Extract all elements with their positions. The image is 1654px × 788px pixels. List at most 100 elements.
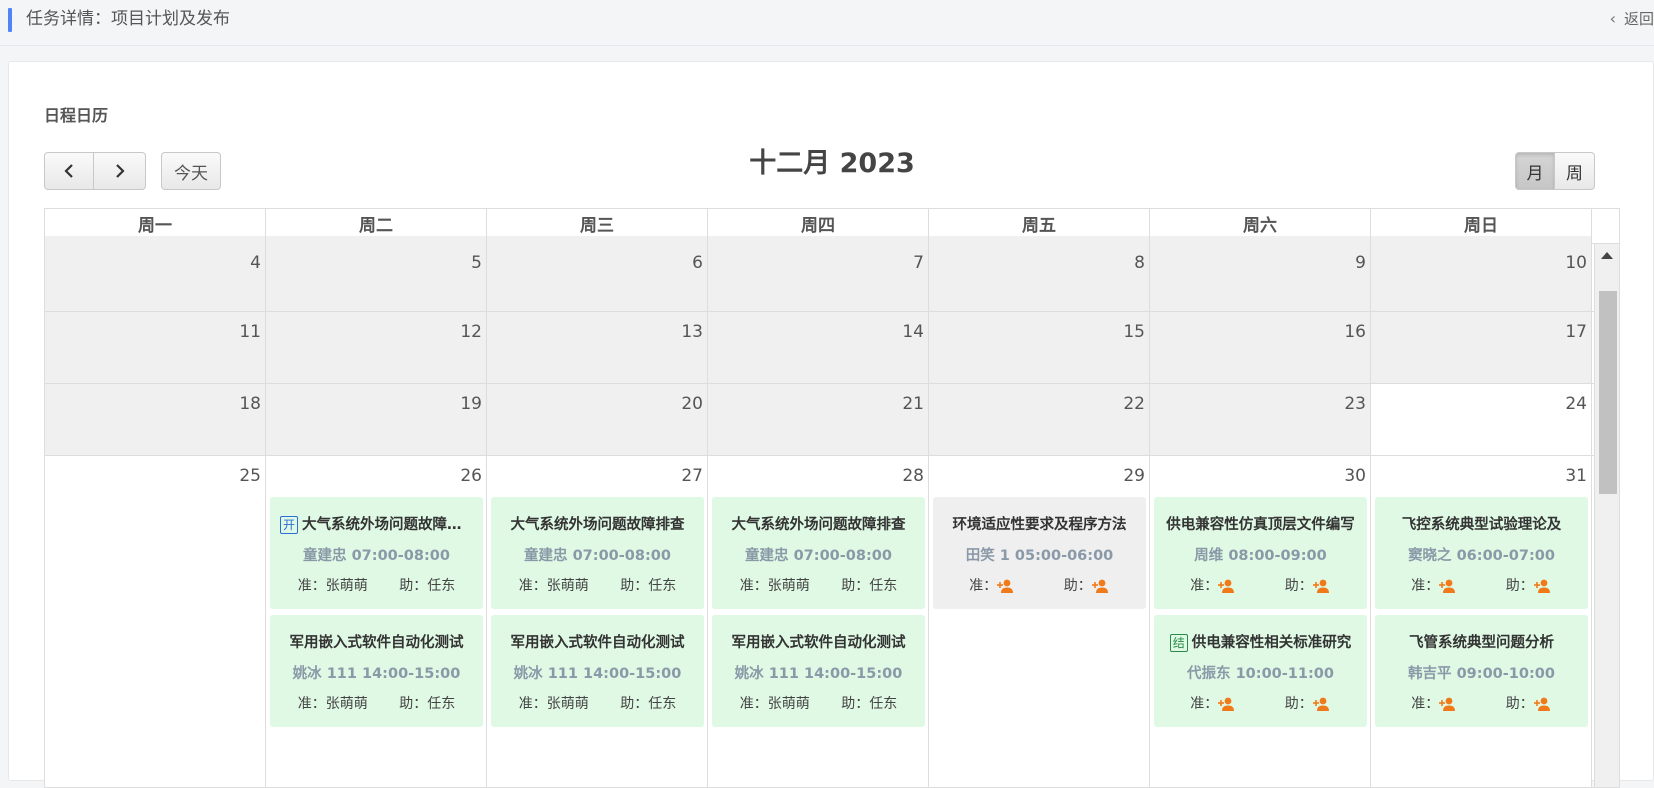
scroll-up-arrow-icon[interactable] [1601, 252, 1613, 259]
event-subtitle: 韩吉平 09:00-10:00 [1408, 666, 1555, 682]
day-number: 18 [239, 394, 261, 414]
event-title: 供电兼容性相关标准研究 [1191, 635, 1352, 651]
calendar-grid: 周一 周二 周三 周四 周五 周六 周日 4 5 6 7 8 9 10 11 1… [44, 208, 1620, 788]
add-person-icon[interactable] [1312, 697, 1331, 711]
event-title: 环境适应性要求及程序方法 [952, 517, 1127, 533]
event-card[interactable]: 供电兼容性仿真顶层文件编写 周维 08:00-09:00 准： 助： [1154, 497, 1367, 609]
day-cell[interactable]: 31 飞控系统典型试验理论及 窦晓之 06:00-07:00 准： 助： 飞管系… [1371, 456, 1592, 787]
event-card[interactable]: 飞管系统典型问题分析 韩吉平 09:00-10:00 准： 助： [1375, 615, 1588, 727]
day-cell[interactable]: 7 [708, 236, 929, 311]
day-cell[interactable]: 26 开大气系统外场问题故障排查 童建忠 07:00-08:00 准：张萌萌 助：… [266, 456, 487, 787]
add-person-icon[interactable] [1218, 697, 1236, 711]
day-cell[interactable]: 16 [1150, 312, 1371, 383]
event-title: 供电兼容性仿真顶层文件编写 [1166, 517, 1355, 533]
day-cell[interactable]: 23 [1150, 384, 1371, 455]
day-number: 6 [692, 253, 703, 273]
event-subtitle: 姚冰 111 14:00-15:00 [513, 666, 682, 682]
add-person-icon[interactable] [1533, 579, 1552, 593]
event-card[interactable]: 大气系统外场问题故障排查 童建忠 07:00-08:00 准：张萌萌 助：任东 [491, 497, 704, 609]
day-number: 12 [460, 322, 482, 342]
day-cell[interactable]: 5 [266, 236, 487, 311]
month-view-button[interactable]: 月 [1515, 152, 1555, 190]
day-number: 21 [902, 394, 924, 414]
day-cell[interactable]: 9 [1150, 236, 1371, 311]
add-person-icon[interactable] [1218, 579, 1236, 593]
event-assistant: 助：任东 [620, 578, 677, 594]
day-cell[interactable]: 19 [266, 384, 487, 455]
chevron-left-icon: ‹ [1609, 9, 1616, 28]
day-cell[interactable]: 30 供电兼容性仿真顶层文件编写 周维 08:00-09:00 准： 助： 结供… [1150, 456, 1371, 787]
event-card[interactable]: 大气系统外场问题故障排查 童建忠 07:00-08:00 准：张萌萌 助：任东 [712, 497, 925, 609]
day-number: 7 [913, 253, 924, 273]
event-card[interactable]: 飞控系统典型试验理论及 窦晓之 06:00-07:00 准： 助： [1375, 497, 1588, 609]
day-cell[interactable]: 4 [45, 236, 266, 311]
add-person-icon[interactable] [1533, 697, 1552, 711]
day-cell[interactable]: 12 [266, 312, 487, 383]
event-subtitle: 姚冰 111 14:00-15:00 [734, 666, 903, 682]
scrollbar-thumb[interactable] [1599, 291, 1617, 494]
event-title: 大气系统外场问题故障排查 [510, 517, 685, 533]
event-subtitle: 田笑 1 05:00-06:00 [965, 548, 1114, 564]
day-number: 23 [1344, 394, 1366, 414]
day-cell[interactable]: 6 [487, 236, 708, 311]
day-number: 10 [1565, 253, 1587, 273]
day-cell[interactable]: 14 [708, 312, 929, 383]
event-tag: 结 [1169, 634, 1188, 652]
event-title: 军用嵌入式软件自动化测试 [731, 635, 906, 651]
event-card[interactable]: 军用嵌入式软件自动化测试 姚冰 111 14:00-15:00 准：张萌萌 助：任… [491, 615, 704, 727]
day-cell[interactable]: 8 [929, 236, 1150, 311]
event-subtitle: 代振东 10:00-11:00 [1187, 666, 1334, 682]
back-button[interactable]: ‹ 返回 [1610, 8, 1654, 30]
back-label: 返回 [1623, 10, 1654, 28]
day-number: 14 [902, 322, 924, 342]
event-title: 大气系统外场问题故障排查 [731, 517, 906, 533]
day-cell[interactable]: 15 [929, 312, 1150, 383]
vertical-scrollbar[interactable] [1594, 244, 1619, 787]
day-number: 5 [471, 253, 482, 273]
week-row: 18 19 20 21 22 23 24 [45, 384, 1596, 456]
top-bar: 任务详情：项目计划及发布 ‹ 返回 [0, 0, 1654, 46]
add-person-icon[interactable] [1439, 697, 1457, 711]
day-cell[interactable]: 13 [487, 312, 708, 383]
event-card[interactable]: 结供电兼容性相关标准研究 代振东 10:00-11:00 准： 助： [1154, 615, 1367, 727]
day-cell[interactable]: 17 [1371, 312, 1592, 383]
week-view-button[interactable]: 周 [1555, 152, 1595, 190]
day-cell-today[interactable]: 24 [1371, 384, 1592, 455]
day-cell[interactable]: 27 大气系统外场问题故障排查 童建忠 07:00-08:00 准：张萌萌 助：任… [487, 456, 708, 787]
event-assistant: 助：任东 [841, 578, 898, 594]
event-subtitle: 童建忠 07:00-08:00 [745, 548, 892, 564]
week-row: 4 5 6 7 8 9 10 [45, 236, 1596, 312]
event-title: 军用嵌入式软件自动化测试 [289, 635, 464, 651]
add-person-icon[interactable] [1439, 579, 1457, 593]
event-assistant: 助：任东 [399, 578, 456, 594]
day-number: 27 [681, 466, 703, 486]
event-approver: 准：张萌萌 [518, 578, 589, 594]
day-cell[interactable]: 21 [708, 384, 929, 455]
event-card[interactable]: 军用嵌入式软件自动化测试 姚冰 111 14:00-15:00 准：张萌萌 助：任… [712, 615, 925, 727]
day-cell[interactable]: 10 [1371, 236, 1592, 311]
event-card[interactable]: 开大气系统外场问题故障排查 童建忠 07:00-08:00 准：张萌萌 助：任东 [270, 497, 483, 609]
day-cell[interactable]: 18 [45, 384, 266, 455]
day-cell[interactable]: 20 [487, 384, 708, 455]
day-number: 15 [1123, 322, 1145, 342]
calendar-body: 4 5 6 7 8 9 10 11 12 13 14 15 16 17 18 1… [45, 236, 1596, 787]
day-number: 13 [681, 322, 703, 342]
day-number: 9 [1355, 253, 1366, 273]
day-cell[interactable]: 11 [45, 312, 266, 383]
day-number: 8 [1134, 253, 1145, 273]
day-cell[interactable]: 28 大气系统外场问题故障排查 童建忠 07:00-08:00 准：张萌萌 助：任… [708, 456, 929, 787]
add-person-icon[interactable] [1312, 579, 1331, 593]
event-assistant: 助：任东 [841, 696, 898, 712]
day-number: 17 [1565, 322, 1587, 342]
event-approver: 准： [1190, 578, 1219, 594]
panel-title: 日程日历 [44, 106, 109, 125]
day-cell[interactable]: 25 [45, 456, 266, 787]
day-number: 11 [239, 322, 261, 342]
event-card[interactable]: 环境适应性要求及程序方法 田笑 1 05:00-06:00 准： 助： [933, 497, 1146, 609]
day-cell[interactable]: 29 环境适应性要求及程序方法 田笑 1 05:00-06:00 准： 助： [929, 456, 1150, 787]
event-card[interactable]: 军用嵌入式软件自动化测试 姚冰 111 14:00-15:00 准：张萌萌 助：任… [270, 615, 483, 727]
day-cell[interactable]: 22 [929, 384, 1150, 455]
add-person-icon[interactable] [997, 579, 1015, 593]
title-accent-bar [8, 8, 12, 32]
add-person-icon[interactable] [1091, 579, 1110, 593]
